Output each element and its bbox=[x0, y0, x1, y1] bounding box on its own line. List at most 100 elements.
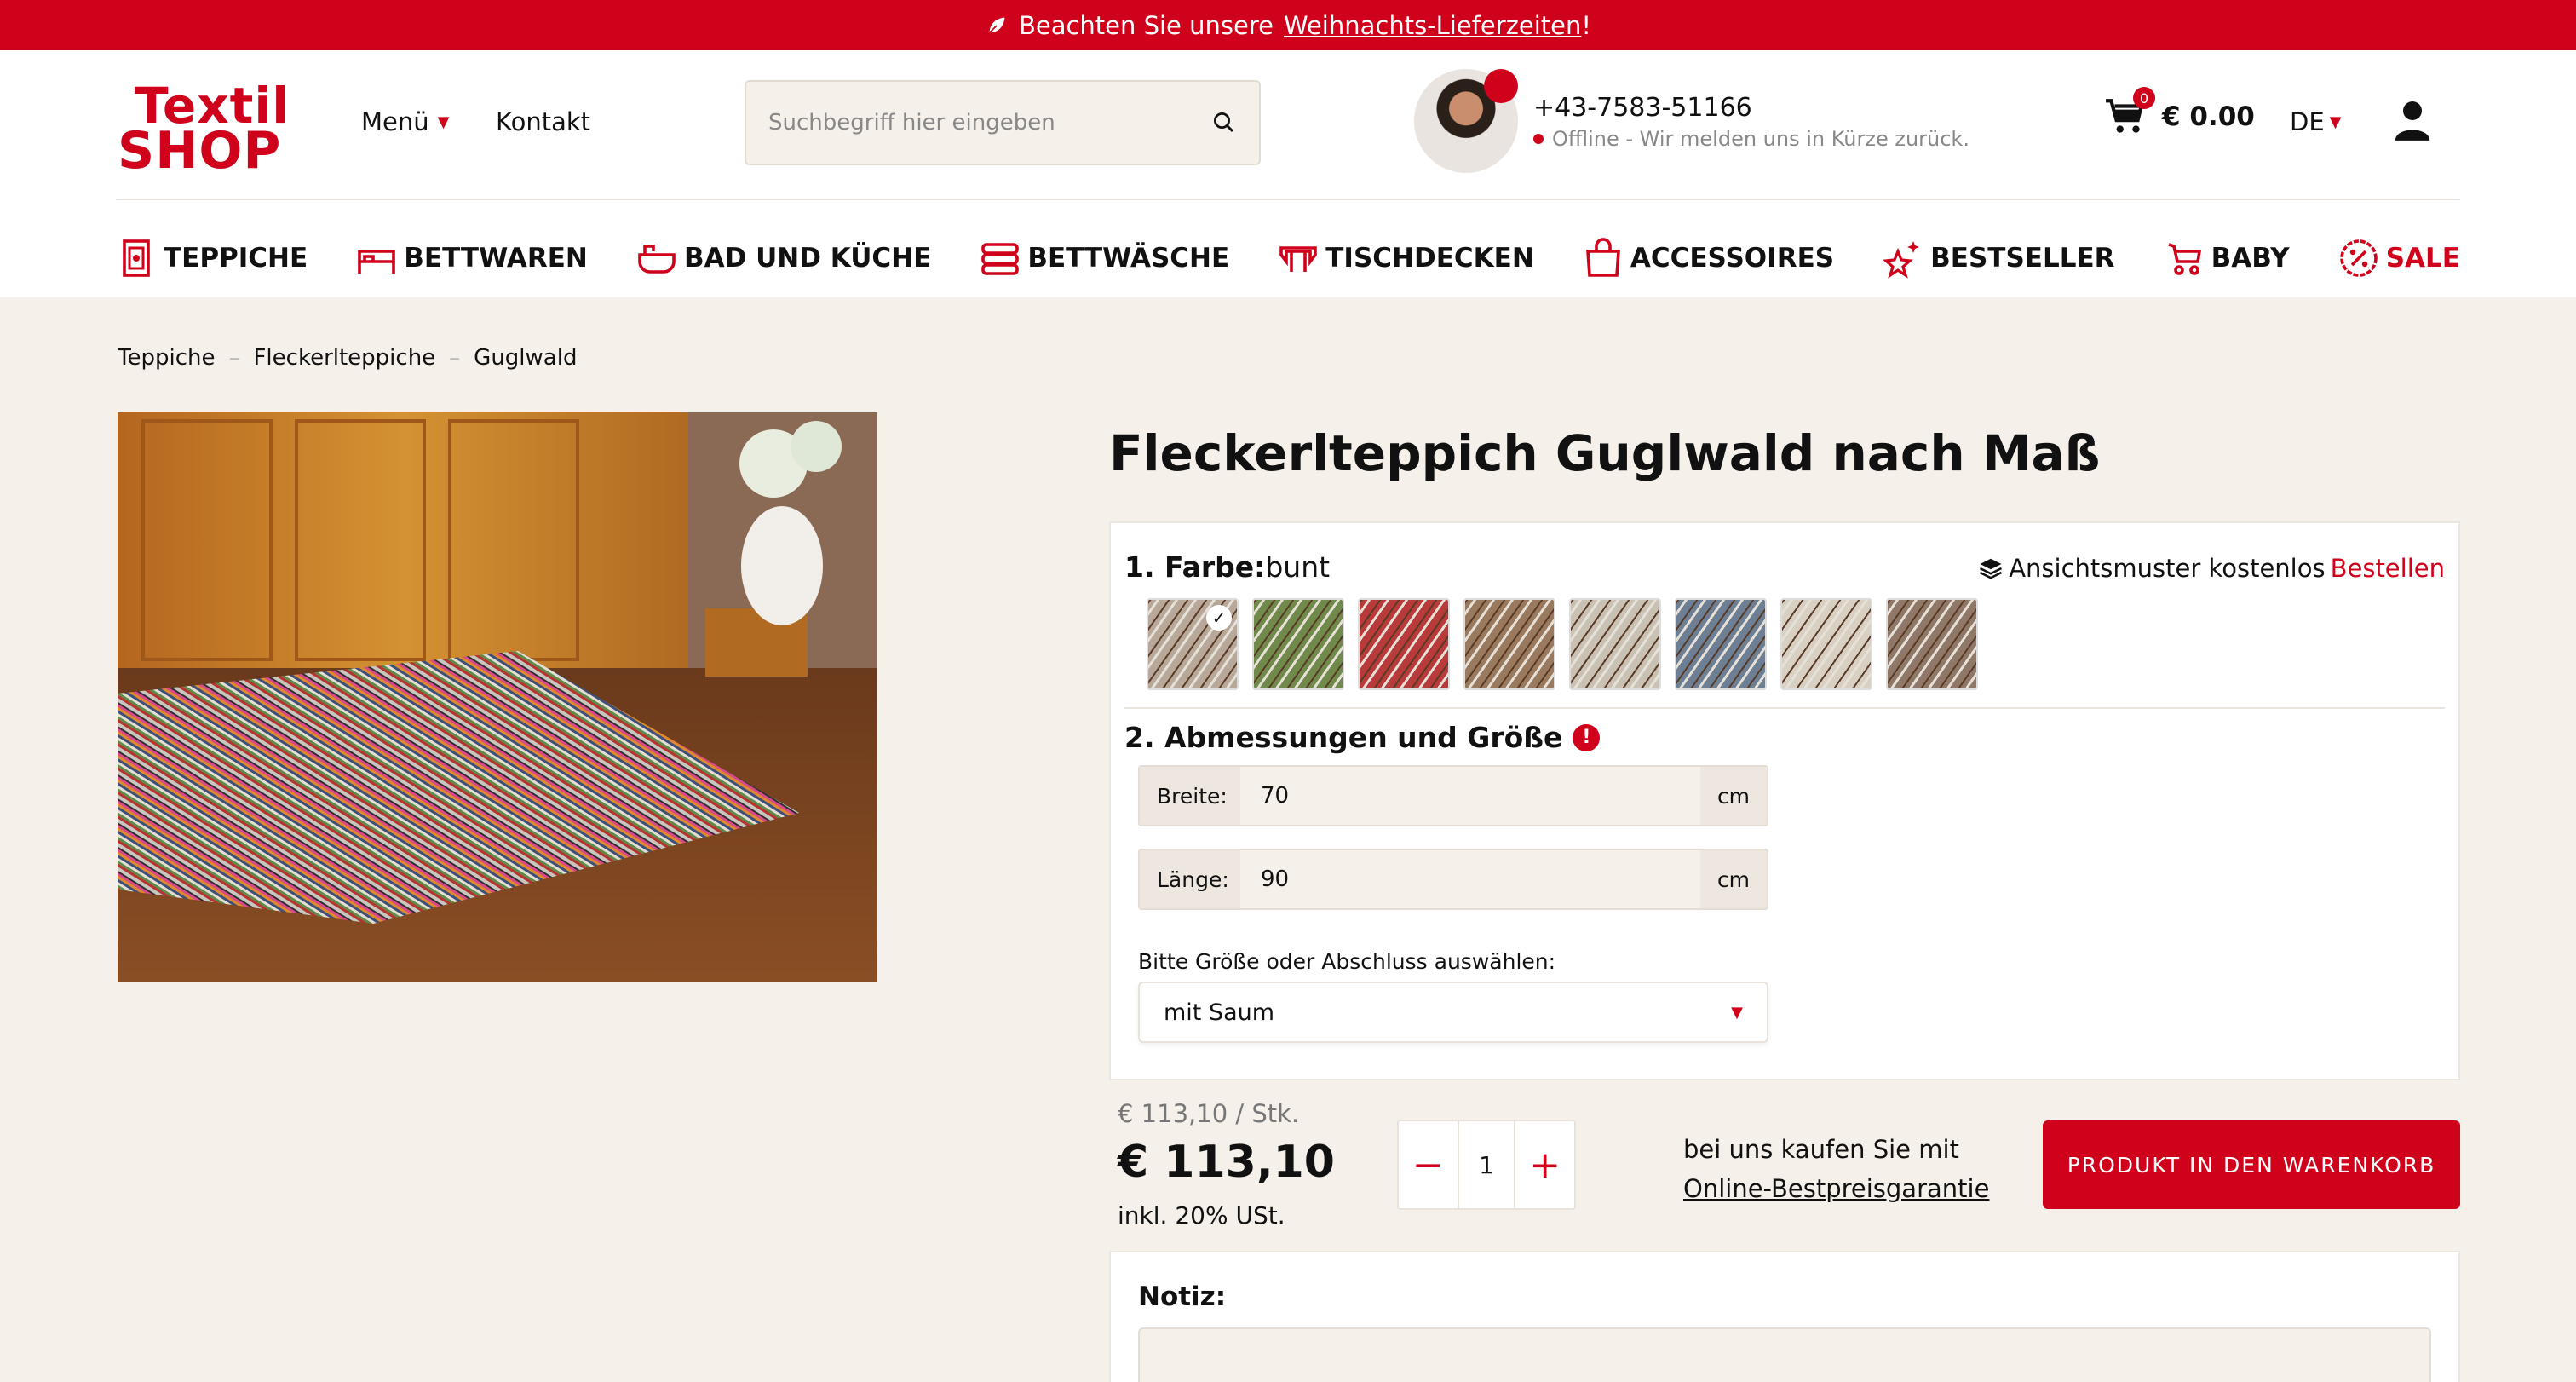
price-guarantee: bei uns kaufen Sie mit Online-Bestpreisg… bbox=[1683, 1130, 1989, 1208]
color-label-text: 1. Farbe: bbox=[1124, 550, 1266, 584]
config-divider bbox=[1124, 707, 2445, 709]
cart-button[interactable]: 0 € 0.00 bbox=[2104, 87, 2255, 136]
increase-quantity-button[interactable]: + bbox=[1515, 1121, 1574, 1208]
nav-teppiche[interactable]: TEPPICHE bbox=[116, 238, 308, 279]
nav-label: BETTWAREN bbox=[404, 243, 588, 274]
breadcrumb-current: Guglwald bbox=[474, 345, 578, 371]
nav-label: BAD UND KÜCHE bbox=[683, 243, 932, 274]
color-swatch[interactable] bbox=[1780, 598, 1872, 690]
nav-sale[interactable]: SALE bbox=[2338, 238, 2460, 279]
breadcrumb-separator: – bbox=[449, 345, 461, 371]
width-label: Breite: bbox=[1140, 767, 1240, 825]
cart-total: € 0.00 bbox=[2162, 101, 2255, 132]
chevron-down-icon: ▼ bbox=[1731, 1003, 1743, 1022]
color-swatch[interactable] bbox=[1675, 598, 1767, 690]
breadcrumb-separator: – bbox=[228, 345, 240, 371]
logo-line-2: SHOP bbox=[118, 121, 282, 181]
contact-link[interactable]: Kontakt bbox=[496, 107, 590, 136]
width-unit: cm bbox=[1700, 767, 1767, 825]
sample-order: Ansichtsmuster kostenlos Bestellen bbox=[1978, 554, 2445, 583]
rug-icon bbox=[123, 239, 150, 277]
bed-icon bbox=[358, 250, 396, 274]
sample-text: Ansichtsmuster kostenlos bbox=[2009, 554, 2326, 583]
menu-dropdown[interactable]: Menü ▼ bbox=[361, 107, 449, 136]
quantity-value[interactable]: 1 bbox=[1457, 1121, 1516, 1208]
nav-baby[interactable]: BABY bbox=[2164, 238, 2290, 279]
sample-order-link[interactable]: Bestellen bbox=[2331, 554, 2445, 583]
leaf-icon bbox=[987, 15, 1007, 34]
unit-price: € 113,10 / Stk. bbox=[1118, 1099, 1300, 1128]
breadcrumb-teppiche[interactable]: Teppiche bbox=[118, 345, 215, 371]
nav-tischdecken[interactable]: TISCHDECKEN bbox=[1278, 238, 1534, 279]
product-title: Fleckerlteppich Guglwald nach Maß bbox=[1109, 424, 2101, 482]
nav-bettwaesche[interactable]: BETTWÄSCHE bbox=[980, 238, 1229, 279]
delivery-times-link[interactable]: Weihnachts-Lieferzeiten bbox=[1284, 11, 1581, 40]
color-swatch[interactable]: ✓ bbox=[1147, 598, 1239, 690]
bathtub-icon bbox=[638, 245, 676, 274]
language-selector[interactable]: DE ▼ bbox=[2290, 107, 2342, 136]
price: € 113,10 bbox=[1118, 1137, 1335, 1188]
color-swatch[interactable] bbox=[1569, 598, 1661, 690]
dimensions-label-text: 2. Abmessungen und Größe bbox=[1124, 721, 1563, 754]
nav-label: BESTSELLER bbox=[1930, 243, 2115, 274]
length-unit: cm bbox=[1700, 850, 1767, 908]
breadcrumb-fleckerlteppiche[interactable]: Fleckerlteppiche bbox=[253, 345, 435, 371]
support-phone[interactable]: +43-7583-51166 bbox=[1533, 93, 1752, 123]
quantity-stepper: − 1 + bbox=[1397, 1120, 1576, 1210]
color-swatches: ✓ bbox=[1147, 598, 1978, 690]
note-label: Notiz: bbox=[1138, 1281, 1227, 1312]
stars-icon bbox=[1883, 241, 1920, 279]
nav-label: SALE bbox=[2385, 243, 2460, 274]
nav-accessoires[interactable]: ACCESSOIRES bbox=[1583, 238, 1834, 279]
breadcrumb: Teppiche – Fleckerlteppiche – Guglwald bbox=[118, 345, 577, 371]
search-icon[interactable] bbox=[1211, 110, 1237, 135]
contact-label: Kontakt bbox=[496, 107, 591, 136]
color-swatch[interactable] bbox=[1252, 598, 1344, 690]
add-to-cart-button[interactable]: PRODUKT IN DEN WARENKORB bbox=[2043, 1120, 2460, 1209]
support-status: Offline - Wir melden uns in Kürze zurück… bbox=[1533, 127, 1969, 151]
nav-bestseller[interactable]: BESTSELLER bbox=[1883, 238, 2115, 279]
length-input[interactable] bbox=[1240, 850, 1700, 908]
search-box bbox=[745, 80, 1261, 165]
banner-suffix: ! bbox=[1581, 10, 1592, 40]
color-swatch[interactable] bbox=[1886, 598, 1978, 690]
search-input[interactable] bbox=[768, 110, 1211, 135]
decrease-quantity-button[interactable]: − bbox=[1399, 1121, 1458, 1208]
product-image[interactable] bbox=[118, 412, 877, 982]
product-config: 1. Farbe:bunt Ansichtsmuster kostenlos B… bbox=[1109, 521, 2460, 1080]
percent-badge-icon bbox=[2339, 239, 2378, 277]
announcement-banner: Beachten Sie unsere Weihnachts-Lieferzei… bbox=[0, 0, 2576, 50]
color-label: 1. Farbe:bunt bbox=[1124, 550, 1330, 584]
width-input[interactable] bbox=[1240, 767, 1700, 825]
note-section: Notiz: bbox=[1109, 1251, 2460, 1382]
nav-label: TISCHDECKEN bbox=[1325, 243, 1534, 274]
header-divider bbox=[116, 199, 2460, 200]
dimensions-label: 2. Abmessungen und Größe ! bbox=[1124, 721, 1601, 754]
width-field: Breite: cm bbox=[1138, 765, 1768, 826]
note-textarea[interactable] bbox=[1138, 1327, 2431, 1382]
leaf-icon bbox=[1484, 69, 1518, 103]
textil-shop-logo[interactable]: Textil SHOP bbox=[116, 69, 312, 180]
layers-icon bbox=[1980, 558, 2003, 579]
tablecloth-icon bbox=[1279, 246, 1318, 272]
menu-label: Menü bbox=[361, 107, 429, 136]
chevron-down-icon: ▼ bbox=[2329, 112, 2342, 131]
check-icon: ✓ bbox=[1206, 605, 1232, 631]
length-label: Länge: bbox=[1140, 850, 1240, 908]
linen-stack-icon bbox=[981, 243, 1020, 275]
color-value: bunt bbox=[1265, 550, 1331, 584]
user-account-icon[interactable] bbox=[2394, 100, 2431, 141]
guarantee-text: bei uns kaufen Sie mit bbox=[1683, 1135, 1959, 1164]
nav-bettwaren[interactable]: BETTWAREN bbox=[356, 238, 588, 279]
color-swatch[interactable] bbox=[1358, 598, 1450, 690]
color-swatch[interactable] bbox=[1463, 598, 1555, 690]
bag-icon bbox=[1585, 238, 1620, 277]
size-hint: Bitte Größe oder Abschluss auswählen: bbox=[1138, 949, 1556, 974]
length-field: Länge: cm bbox=[1138, 849, 1768, 910]
nav-bad-und-kueche[interactable]: BAD UND KÜCHE bbox=[636, 238, 931, 279]
guarantee-link[interactable]: Online-Bestpreisgarantie bbox=[1683, 1174, 1989, 1203]
banner-text: Beachten Sie unsere bbox=[1018, 10, 1274, 40]
category-nav: TEPPICHE BETTWAREN BAD UND KÜCHE BETTWÄS… bbox=[116, 228, 2460, 288]
finish-select[interactable]: mit Saum ▼ bbox=[1138, 982, 1768, 1043]
cart-icon-wrap: 0 bbox=[2104, 87, 2155, 136]
